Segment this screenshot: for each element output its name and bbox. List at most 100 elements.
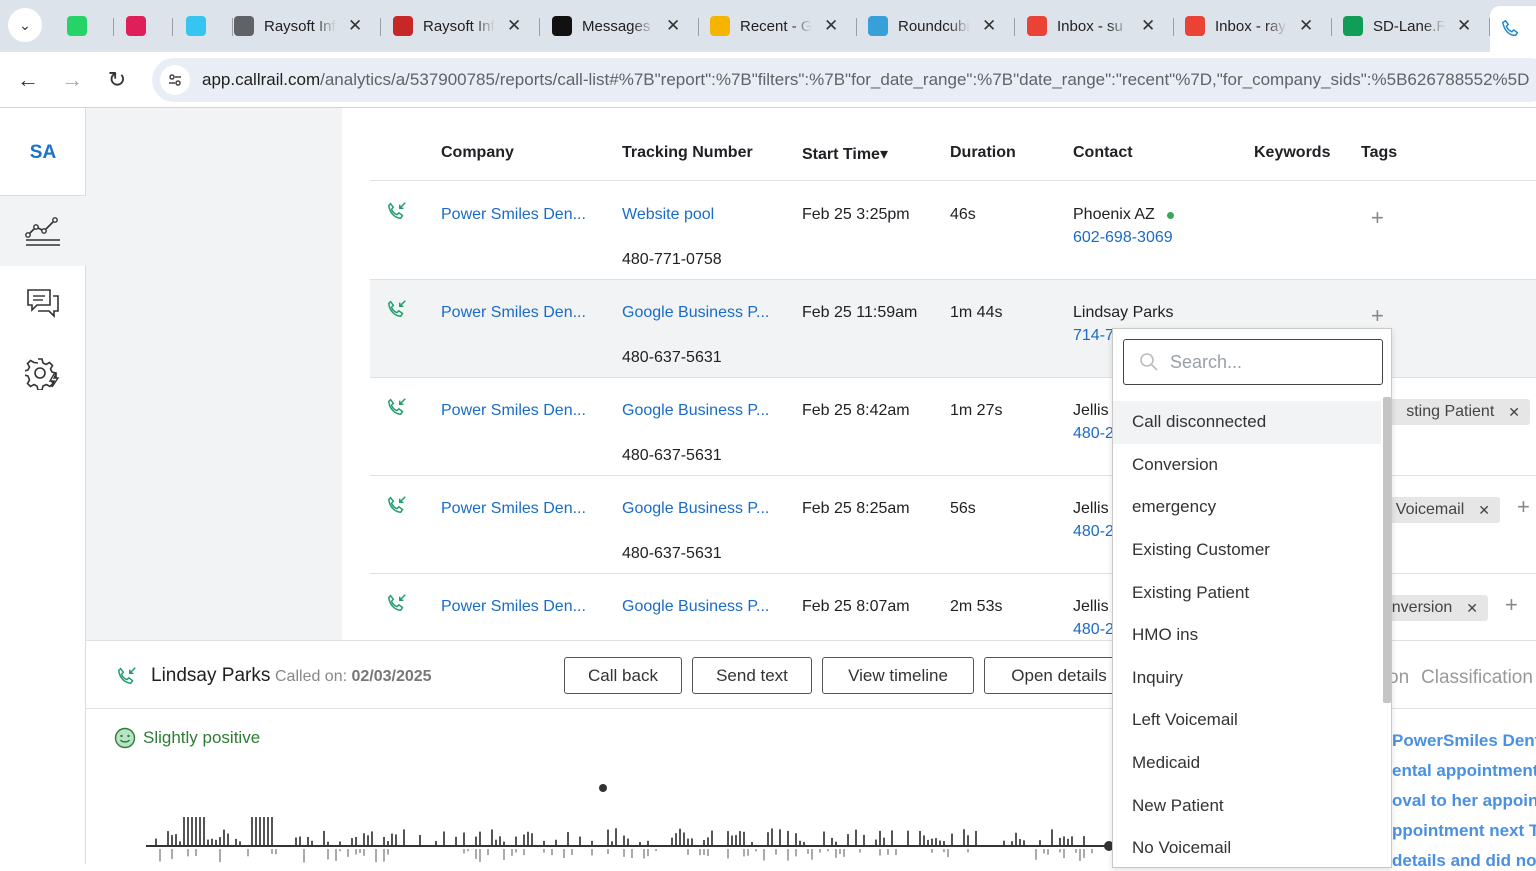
contact-name: Jellis: [1073, 598, 1109, 615]
sidebar-item-conversations[interactable]: [0, 268, 86, 338]
online-status-dot: [1167, 212, 1174, 219]
close-tab-icon[interactable]: ✕: [1457, 16, 1471, 36]
tag-option[interactable]: New Patient: [1113, 784, 1381, 827]
google-drive-icon: [710, 16, 730, 36]
tracking-source-link[interactable]: Google Business P...: [622, 500, 769, 518]
contact-phone[interactable]: 480-2: [1073, 425, 1114, 443]
tab-title: Inbox - su: [1057, 17, 1123, 35]
add-tag-icon[interactable]: +: [1371, 205, 1384, 231]
tab-search-chevron-icon[interactable]: ⌄: [8, 8, 42, 42]
table-row[interactable]: Power Smiles Den... Website pool 480-771-0…: [370, 182, 1536, 280]
tag-option[interactable]: Medicaid: [1113, 742, 1381, 785]
close-tab-icon[interactable]: ✕: [824, 16, 838, 36]
browser-tab[interactable]: Recent - G ✕: [698, 8, 857, 44]
tag-search-field[interactable]: [1123, 339, 1383, 385]
browser-tab[interactable]: [114, 8, 173, 44]
forward-icon[interactable]: →: [54, 62, 90, 98]
column-header-company[interactable]: Company: [441, 144, 514, 162]
company-link[interactable]: Power Smiles Den...: [441, 304, 586, 322]
raysoft-icon: [393, 16, 413, 36]
contact-phone[interactable]: 602-698-3069: [1073, 229, 1173, 247]
address-bar[interactable]: app.callrail.com/analytics/a/537900785/r…: [152, 58, 1536, 102]
tracking-source-link[interactable]: Google Business P...: [622, 598, 769, 616]
add-tag-icon[interactable]: +: [1517, 494, 1530, 520]
browser-tab[interactable]: Inbox - su ✕: [1015, 8, 1174, 44]
tag-search-input[interactable]: [1170, 351, 1370, 373]
tag-option[interactable]: Conversion: [1113, 444, 1381, 487]
browser-tab[interactable]: Roundcubi ✕: [856, 8, 1015, 44]
tab-classification[interactable]: Classification: [1421, 667, 1533, 689]
back-icon[interactable]: ←: [10, 62, 46, 98]
browser-tab-strip: ⌄ Raysoft Inf ✕ Raysoft Inf ✕ Messages ✕ Recen…: [0, 0, 1536, 52]
tag-chip-label: nversion: [1391, 599, 1453, 616]
tag-option[interactable]: Existing Customer: [1113, 529, 1381, 572]
browser-tab[interactable]: Messages ✕: [540, 8, 699, 44]
remove-tag-icon[interactable]: ✕: [1478, 502, 1490, 519]
call-back-button[interactable]: Call back: [564, 657, 682, 694]
roundcube-icon: [868, 16, 888, 36]
start-time: Feb 25 8:42am: [802, 402, 910, 419]
browser-tab[interactable]: Raysoft Inf ✕: [222, 8, 381, 44]
tag-chip: sting Patient ✕: [1390, 399, 1530, 425]
tracking-source-link[interactable]: Google Business P...: [622, 304, 769, 322]
site-info-icon[interactable]: [160, 65, 190, 95]
tag-option[interactable]: Call disconnected: [1113, 401, 1381, 444]
close-tab-icon[interactable]: ✕: [1141, 16, 1155, 36]
sidebar-item-settings[interactable]: [0, 338, 86, 408]
account-logo[interactable]: SA: [0, 142, 86, 164]
tag-chip: nversion ✕: [1390, 595, 1488, 621]
playhead-marker[interactable]: [599, 784, 607, 792]
contact-phone[interactable]: 480-2: [1073, 621, 1114, 639]
browser-tab[interactable]: Raysoft Inf ✕: [381, 8, 540, 44]
column-header-contact[interactable]: Contact: [1073, 144, 1133, 162]
tag-option[interactable]: Left Voicemail: [1113, 699, 1381, 742]
browser-tab[interactable]: Inbox - ray ✕: [1173, 8, 1332, 44]
remove-tag-icon[interactable]: ✕: [1466, 600, 1478, 617]
tracking-source-link[interactable]: Google Business P...: [622, 402, 769, 420]
call-audio-waveform[interactable]: [146, 741, 1126, 865]
tag-option[interactable]: emergency: [1113, 486, 1381, 529]
column-header-tags[interactable]: Tags: [1361, 144, 1397, 162]
tracking-source-link[interactable]: Website pool: [622, 206, 714, 224]
tag-chip-label: sting Patient: [1406, 403, 1495, 420]
tag-picker-dropdown: Call disconnectedConversionemergencyExis…: [1112, 328, 1392, 868]
browser-toolbar: ← → ↻ app.callrail.com/analytics/a/53790…: [0, 52, 1536, 108]
reload-icon[interactable]: ↻: [99, 62, 135, 98]
tag-option[interactable]: HMO ins: [1113, 614, 1381, 657]
tag-option-list: Call disconnected Conversion emergency Exis…: [1113, 401, 1381, 867]
close-tab-icon[interactable]: ✕: [982, 16, 996, 36]
column-header-duration[interactable]: Duration: [950, 144, 1016, 162]
send-text-button[interactable]: Send text: [692, 657, 812, 694]
close-tab-icon[interactable]: ✕: [1299, 16, 1313, 36]
remove-tag-icon[interactable]: ✕: [1508, 404, 1520, 421]
tracking-number: 480-771-0758: [622, 251, 722, 268]
app-sidebar: SA: [0, 108, 86, 864]
add-tag-icon[interactable]: +: [1505, 592, 1518, 618]
tab-separator: [172, 18, 173, 36]
close-tab-icon[interactable]: ✕: [348, 16, 362, 36]
close-tab-icon[interactable]: ✕: [666, 16, 680, 36]
tag-option[interactable]: No Voicemail: [1113, 827, 1381, 867]
add-tag-icon[interactable]: +: [1371, 303, 1384, 329]
contact-name: Jellis: [1073, 402, 1109, 419]
tab-title: Roundcubi: [898, 17, 970, 35]
close-tab-icon[interactable]: ✕: [507, 16, 521, 36]
contact-phone[interactable]: 480-2: [1073, 523, 1114, 541]
browser-tab[interactable]: [55, 8, 114, 44]
browser-tab[interactable]: SD-Lane.R ✕: [1331, 8, 1490, 44]
column-header-keywords[interactable]: Keywords: [1254, 144, 1330, 162]
summary-line: details and did not r: [1392, 851, 1536, 870]
tag-option[interactable]: Existing Patient: [1113, 571, 1381, 614]
sidebar-item-analytics[interactable]: [0, 196, 86, 266]
company-link[interactable]: Power Smiles Den...: [441, 206, 586, 224]
column-header-tracking-number[interactable]: Tracking Number: [622, 144, 753, 162]
dropdown-scrollbar[interactable]: [1383, 397, 1391, 703]
tag-option[interactable]: Inquiry: [1113, 657, 1381, 700]
active-tab[interactable]: [1490, 6, 1536, 52]
view-timeline-button[interactable]: View timeline: [822, 657, 974, 694]
column-header-start-time[interactable]: Start Time▾: [802, 144, 888, 164]
tab-title: Recent - G: [740, 17, 812, 35]
company-link[interactable]: Power Smiles Den...: [441, 500, 586, 518]
company-link[interactable]: Power Smiles Den...: [441, 598, 586, 616]
company-link[interactable]: Power Smiles Den...: [441, 402, 586, 420]
